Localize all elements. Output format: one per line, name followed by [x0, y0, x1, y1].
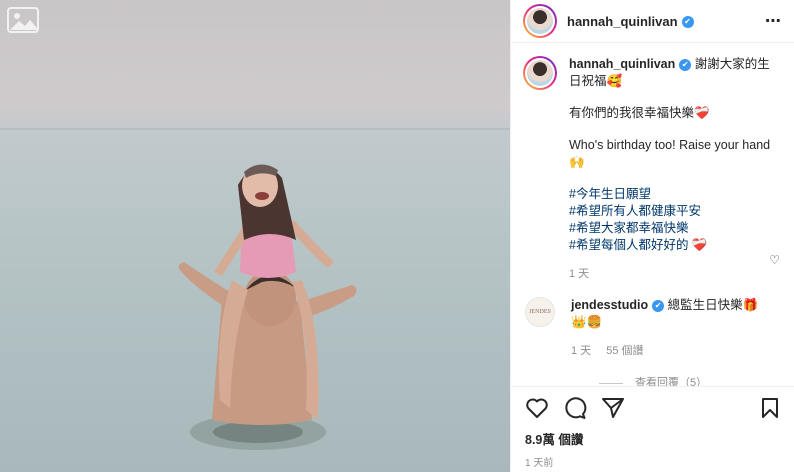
caption-row: hannah_quinlivan ✔ 謝謝大家的生日祝福🥰 有你們的我很幸福快樂❤… [523, 56, 782, 283]
verified-badge-icon: ✔ [679, 58, 692, 71]
bookmark-icon[interactable] [760, 397, 780, 419]
likes-count[interactable]: 8.9萬 個讚 [525, 429, 780, 448]
comment-text-2: 👑🍔 [571, 315, 603, 329]
action-bar: 8.9萬 個讚 1 天前 [511, 386, 794, 472]
comment-time: 1 天 [571, 345, 592, 357]
caption-line2: 有你們的我很幸福快樂❤️‍🩹 [569, 106, 710, 120]
comment-icon[interactable] [563, 397, 587, 419]
header-username[interactable]: hannah_quinlivan ✔ [567, 14, 694, 29]
verified-badge-icon: ✔ [681, 16, 694, 29]
caption-line3: Who's birthday too! Raise your hand 🙌 [569, 138, 771, 169]
caption-time-text: 1 天 [569, 268, 590, 280]
comment-text: 總監生日快樂🎁 [667, 298, 759, 312]
avatar[interactable] [523, 4, 557, 38]
comment-username[interactable]: jendesstudio [571, 298, 648, 312]
hashtag-link[interactable]: #希望大家都幸福快樂 [569, 220, 782, 237]
heart-icon[interactable] [525, 397, 549, 419]
caption-avatar[interactable] [523, 56, 557, 90]
comment-like-heart-icon[interactable]: ♡ [769, 253, 780, 267]
beach-scene [178, 164, 357, 450]
header-username-text[interactable]: hannah_quinlivan [567, 14, 678, 29]
comment-meta: 1 天 55 個讚 [571, 343, 758, 360]
caption-time: 1 天 [569, 266, 782, 283]
hashtag-link[interactable]: #希望所有人都健康平安 [569, 203, 782, 220]
comment-likes[interactable]: 55 個讚 [606, 345, 643, 357]
comment: jendesstudio ✔ 總監生日快樂🎁 👑🍔 1 天 55 個讚 [571, 297, 758, 360]
post-time: 1 天前 [525, 458, 554, 469]
comments-area[interactable]: hannah_quinlivan ✔ 謝謝大家的生日祝福🥰 有你們的我很幸福快樂❤… [511, 56, 794, 384]
share-icon[interactable] [601, 397, 625, 419]
comment-row: JENDES jendesstudio ✔ 總監生日快樂🎁 👑🍔 1 天 55 個… [523, 297, 782, 360]
commenter-avatar-text: JENDES [529, 309, 551, 315]
post-header: hannah_quinlivan ✔ ⋯ [511, 0, 794, 43]
post-detail-panel: hannah_quinlivan ✔ ⋯ hannah_quinlivan ✔ 謝謝… [510, 0, 794, 472]
hashtag-link[interactable]: #希望每個人都好好的 ❤️‍🩹 [569, 237, 782, 254]
more-options-icon[interactable]: ⋯ [765, 11, 782, 31]
caption-username[interactable]: hannah_quinlivan [569, 57, 675, 71]
commenter-avatar[interactable]: JENDES [525, 297, 555, 327]
hashtag-link[interactable]: #今年生日願望 [569, 186, 782, 203]
post-photo[interactable] [0, 0, 510, 472]
caption: hannah_quinlivan ✔ 謝謝大家的生日祝福🥰 有你們的我很幸福快樂❤… [569, 56, 782, 283]
verified-badge-icon: ✔ [652, 299, 665, 312]
